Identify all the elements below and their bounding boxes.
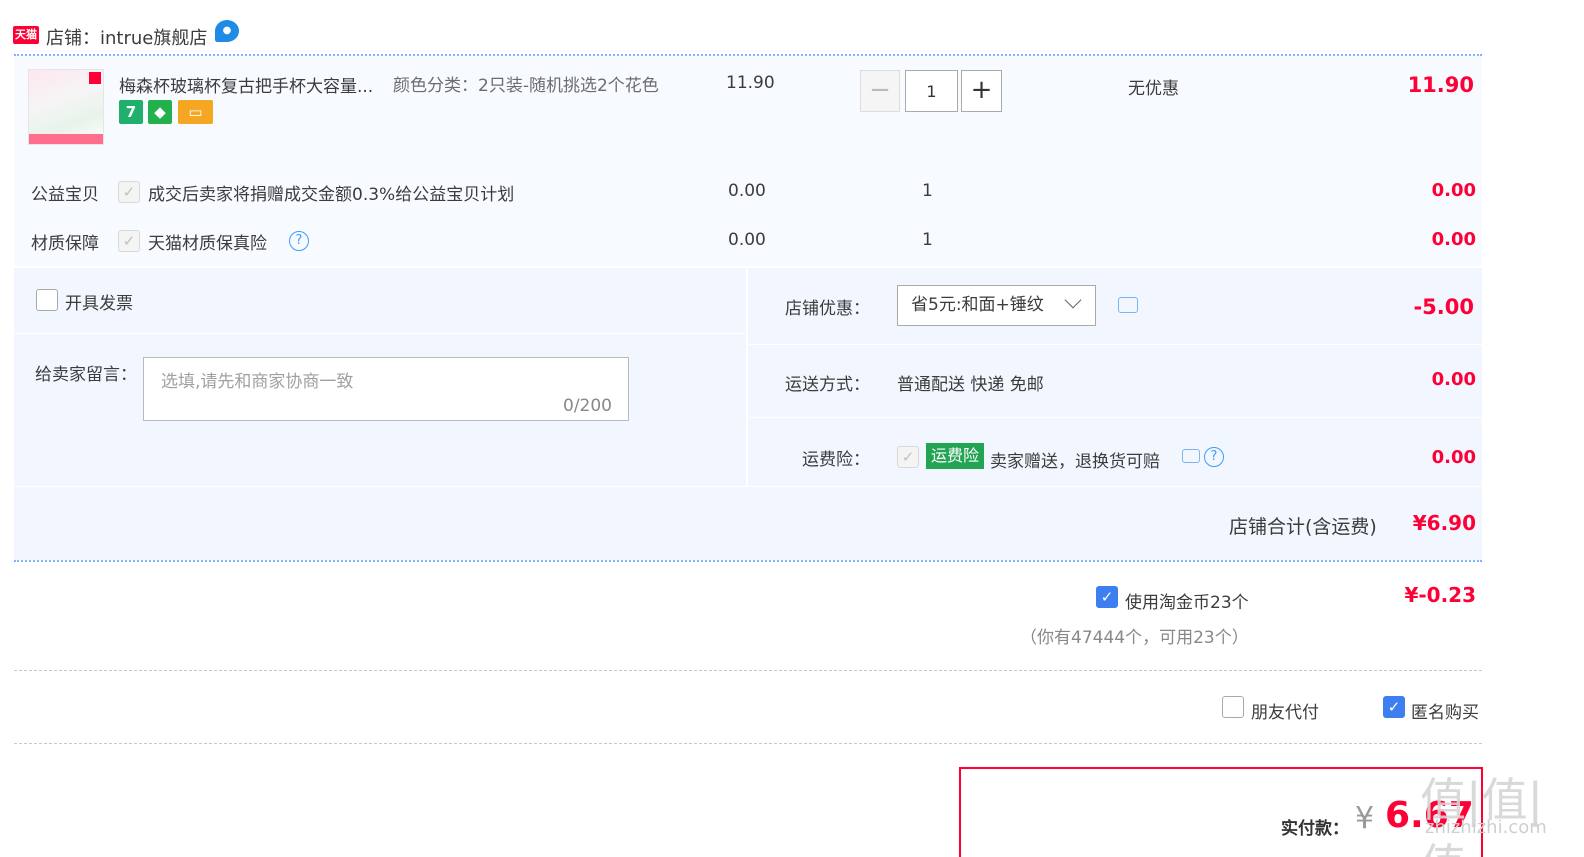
friend-pay-checkbox[interactable] xyxy=(1222,696,1244,718)
service-text-charity: 成交后卖家将捐赠成交金额0.3%给公益宝贝计划 xyxy=(148,185,515,205)
thumbnail-banner xyxy=(29,134,103,144)
message-char-count: 0/200 xyxy=(563,396,612,416)
quantity-increase-button[interactable]: + xyxy=(961,70,1002,112)
divider xyxy=(14,743,1482,744)
shop-total-amount: ¥6.90 xyxy=(1412,511,1476,535)
use-coins-checkbox[interactable]: ✓ xyxy=(1096,586,1118,608)
guarantee-icon[interactable]: ◆ xyxy=(148,100,172,124)
watermark-url: zhizhizhi.com xyxy=(1425,817,1547,838)
divider xyxy=(14,54,1482,56)
shipping-label: 运送方式： xyxy=(785,375,870,395)
pay-currency: ¥ xyxy=(1355,801,1375,836)
shop-coupon-selected: 省5元:和面+锤纹 xyxy=(911,295,1044,315)
item-subtotal: 11.90 xyxy=(1407,73,1474,97)
service-checkbox-material: ✓ xyxy=(118,230,140,252)
divider xyxy=(14,560,1482,562)
service-qty-charity: 1 xyxy=(922,181,933,201)
freight-insurance-label: 运费险： xyxy=(802,450,870,470)
invoice-checkbox[interactable] xyxy=(36,289,58,311)
service-price-charity: 0.00 xyxy=(728,181,766,201)
freight-insurance-checkbox: ✓ xyxy=(897,446,919,468)
message-bubble-icon[interactable] xyxy=(1118,297,1138,313)
freight-insurance-badge: 运费险 xyxy=(926,443,984,469)
item-discount: 无优惠 xyxy=(1128,79,1179,99)
anonymous-purchase-label[interactable]: 匿名购买 xyxy=(1411,698,1479,723)
tmall-logo: 天猫 xyxy=(13,26,39,44)
service-qty-material: 1 xyxy=(922,230,933,250)
tmall-tag-icon xyxy=(89,72,101,84)
friend-pay-label[interactable]: 朋友代付 xyxy=(1251,698,1319,723)
chevron-down-icon xyxy=(1064,291,1082,309)
shop-total-label: 店铺合计(含运费) xyxy=(1229,516,1377,538)
shipping-amount: 0.00 xyxy=(1431,369,1476,390)
credit-card-icon[interactable]: ▭ xyxy=(178,100,213,124)
invoice-label[interactable]: 开具发票 xyxy=(65,289,133,314)
divider xyxy=(748,344,1482,345)
help-icon[interactable]: ? xyxy=(1204,447,1224,467)
coins-amount: ¥-0.23 xyxy=(1404,583,1476,607)
freight-insurance-text: 卖家赠送，退换货可赔 xyxy=(990,452,1160,472)
divider xyxy=(14,670,1482,671)
freight-insurance-amount: 0.00 xyxy=(1431,447,1476,468)
seller-message-placeholder: 选填,请先和商家协商一致 xyxy=(161,372,354,392)
divider xyxy=(14,333,746,334)
service-checkbox-charity: ✓ xyxy=(118,181,140,203)
quantity-input[interactable] xyxy=(905,70,958,112)
use-coins-label[interactable]: 使用淘金币23个 xyxy=(1125,588,1249,613)
product-title-link[interactable]: 梅森杯玻璃杯复古把手杯大容量... xyxy=(119,72,373,97)
shipping-method: 普通配送 快递 免邮 xyxy=(897,375,1044,395)
shop-coupon-label: 店铺优惠： xyxy=(785,299,870,319)
wangwang-chat-icon[interactable]: ● xyxy=(215,20,239,42)
anonymous-purchase-checkbox[interactable]: ✓ xyxy=(1383,696,1405,718)
service-total-charity: 0.00 xyxy=(1431,180,1476,201)
unit-price: 11.90 xyxy=(726,73,775,93)
quantity-decrease-button[interactable]: − xyxy=(860,70,900,112)
shop-coupon-amount: -5.00 xyxy=(1413,295,1474,319)
product-thumbnail[interactable] xyxy=(28,69,104,145)
pay-label: 实付款： xyxy=(1281,819,1349,839)
sku-info: 颜色分类：2只装-随机挑选2个花色 xyxy=(393,76,659,96)
shop-name-link[interactable]: 店铺：intrue旗舰店 xyxy=(46,24,207,50)
service-label-material: 材质保障 xyxy=(31,234,99,254)
service-price-material: 0.00 xyxy=(728,230,766,250)
service-text-material: 天猫材质保真险 xyxy=(148,234,267,254)
service-total-material: 0.00 xyxy=(1431,229,1476,250)
seven-day-return-icon[interactable]: 7 xyxy=(119,100,143,124)
shop-coupon-select[interactable]: 省5元:和面+锤纹 xyxy=(897,285,1096,326)
service-label-charity: 公益宝贝 xyxy=(31,185,99,205)
coins-note: （你有47444个，可用23个） xyxy=(1020,628,1249,648)
divider xyxy=(748,417,1482,418)
message-bubble-icon[interactable] xyxy=(1182,449,1200,463)
watermark: 值|值|值 xyxy=(1420,773,1543,857)
help-icon[interactable]: ? xyxy=(289,231,309,251)
message-label: 给卖家留言： xyxy=(35,365,137,385)
